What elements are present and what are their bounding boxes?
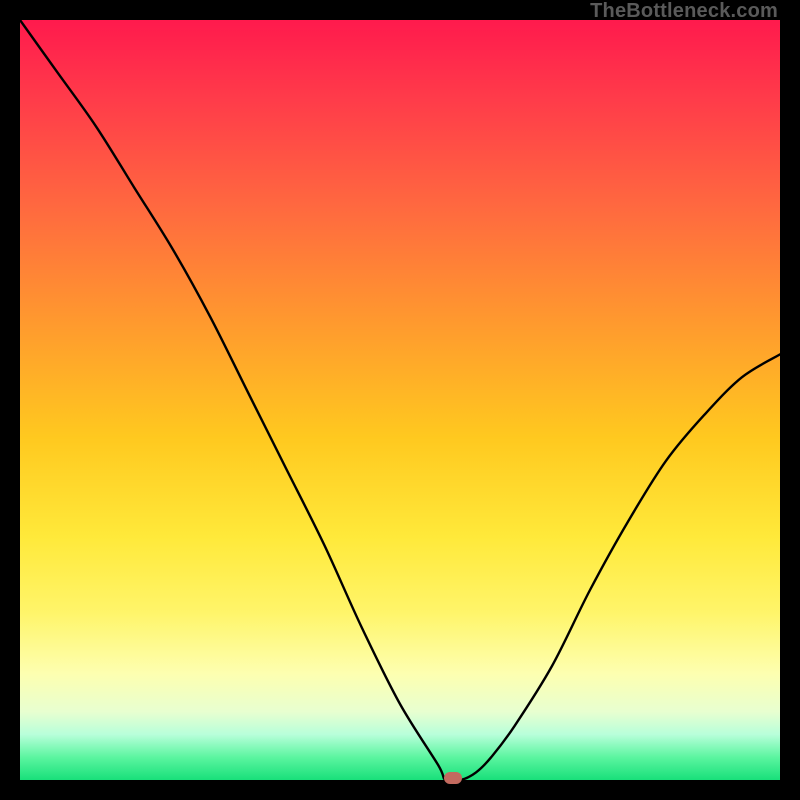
- plot-area: [20, 20, 780, 780]
- chart-frame: TheBottleneck.com: [0, 0, 800, 800]
- minimum-marker: [444, 772, 462, 784]
- bottleneck-curve: [20, 20, 780, 780]
